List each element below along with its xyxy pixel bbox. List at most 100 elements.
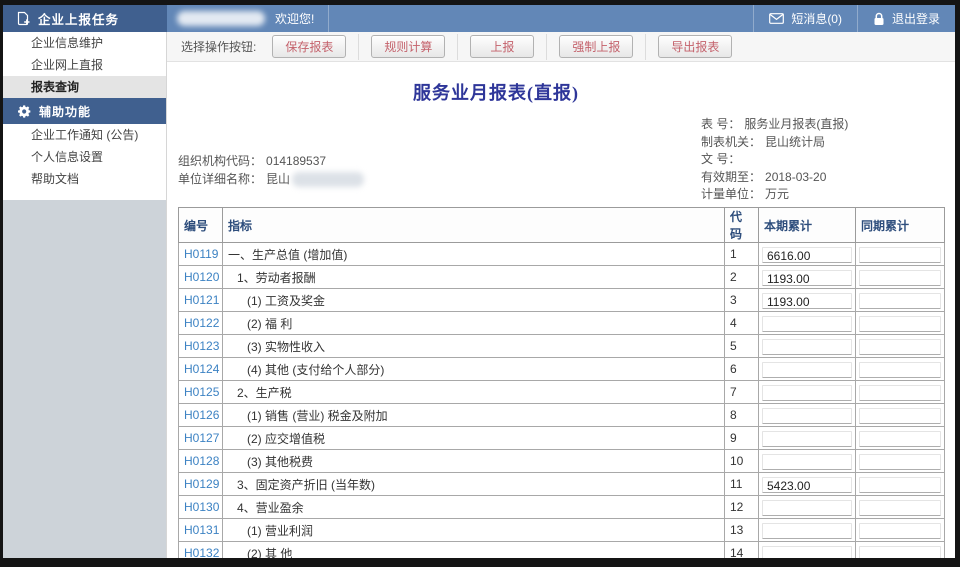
row-indicator: 1、劳动者报酬 bbox=[223, 269, 724, 286]
meta-line: 计量单位：万元 bbox=[701, 186, 848, 204]
row-code: 8 bbox=[725, 404, 759, 427]
sidebar-item[interactable]: 企业信息维护 bbox=[3, 32, 166, 54]
row-indicator: 3、固定资产折旧 (当年数) bbox=[223, 476, 724, 493]
row-code: 7 bbox=[725, 381, 759, 404]
current-period-input[interactable]: 6616.00 bbox=[762, 247, 852, 263]
row-code: 4 bbox=[725, 312, 759, 335]
row-id-link[interactable]: H0129 bbox=[179, 477, 219, 491]
app-title: 企业上报任务 bbox=[38, 9, 119, 28]
toolbar-label: 选择操作按钮: bbox=[181, 38, 256, 55]
toolbar-button[interactable]: 规则计算 bbox=[371, 35, 445, 58]
col-header-id: 编号 bbox=[179, 208, 223, 243]
meta-line: 组织机构代码：014189537 bbox=[178, 153, 364, 171]
table-row: H0124 (4) 其他 (支付给个人部分) 6 bbox=[179, 358, 945, 381]
sidebar: 企业信息维护企业网上直报报表查询 辅助功能 企业工作通知 (公告)个人信息设置帮… bbox=[3, 32, 167, 558]
current-period-input[interactable] bbox=[762, 385, 852, 401]
row-indicator: 4、营业盈余 bbox=[223, 499, 724, 516]
current-period-input[interactable]: 1193.00 bbox=[762, 270, 852, 286]
prior-period-input[interactable] bbox=[859, 316, 941, 332]
logout-label: 退出登录 bbox=[892, 10, 940, 27]
row-indicator: (3) 其他税费 bbox=[223, 453, 724, 470]
sidebar-item[interactable]: 帮助文档 bbox=[3, 168, 166, 190]
table-row: H0130 4、营业盈余 12 bbox=[179, 496, 945, 519]
row-id-link[interactable]: H0124 bbox=[179, 362, 219, 376]
current-period-input[interactable] bbox=[762, 339, 852, 355]
row-id-link[interactable]: H0120 bbox=[179, 270, 219, 284]
current-period-input[interactable] bbox=[762, 362, 852, 378]
prior-period-input[interactable] bbox=[859, 293, 941, 309]
prior-period-input[interactable] bbox=[859, 523, 941, 539]
toolbar-button[interactable]: 保存报表 bbox=[272, 35, 346, 58]
current-period-input[interactable]: 5423.00 bbox=[762, 477, 852, 493]
sidebar-group-aux: 企业工作通知 (公告)个人信息设置帮助文档 bbox=[3, 124, 166, 190]
row-code: 3 bbox=[725, 289, 759, 312]
prior-period-input[interactable] bbox=[859, 339, 941, 355]
sidebar-item[interactable]: 个人信息设置 bbox=[3, 146, 166, 168]
sidebar-item[interactable]: 企业网上直报 bbox=[3, 54, 166, 76]
prior-period-input[interactable] bbox=[859, 385, 941, 401]
table-row: H0129 3、固定资产折旧 (当年数) 11 5423.00 bbox=[179, 473, 945, 496]
prior-period-input[interactable] bbox=[859, 546, 941, 559]
row-indicator: (1) 营业利润 bbox=[223, 522, 724, 539]
redacted-name-blob bbox=[292, 172, 364, 187]
current-period-input[interactable] bbox=[762, 454, 852, 470]
prior-period-input[interactable] bbox=[859, 270, 941, 286]
row-id-link[interactable]: H0119 bbox=[179, 247, 218, 261]
table-row: H0125 2、生产税 7 bbox=[179, 381, 945, 404]
row-id-link[interactable]: H0123 bbox=[179, 339, 219, 353]
table-row: H0127 (2) 应交增值税 9 bbox=[179, 427, 945, 450]
row-code: 10 bbox=[725, 450, 759, 473]
row-id-link[interactable]: H0127 bbox=[179, 431, 219, 445]
current-period-input[interactable] bbox=[762, 546, 852, 559]
prior-period-input[interactable] bbox=[859, 477, 941, 493]
welcome-text: 欢迎您! bbox=[275, 10, 314, 27]
col-header-prior: 同期累计 bbox=[856, 208, 945, 243]
row-id-link[interactable]: H0122 bbox=[179, 316, 219, 330]
row-indicator: (2) 福 利 bbox=[223, 315, 724, 332]
prior-period-input[interactable] bbox=[859, 408, 941, 424]
row-id-link[interactable]: H0132 bbox=[179, 546, 219, 558]
current-period-input[interactable]: 1193.00 bbox=[762, 293, 852, 309]
row-indicator: (4) 其他 (支付给个人部分) bbox=[223, 361, 724, 378]
current-period-input[interactable] bbox=[762, 523, 852, 539]
logout-button[interactable]: 退出登录 bbox=[857, 5, 955, 32]
prior-period-input[interactable] bbox=[859, 362, 941, 378]
row-indicator: (3) 实物性收入 bbox=[223, 338, 724, 355]
row-id-link[interactable]: H0128 bbox=[179, 454, 219, 468]
toolbar: 选择操作按钮: 保存报表 规则计算 上报 强制上报 导出报表 bbox=[167, 32, 955, 62]
new-document-icon bbox=[16, 11, 30, 26]
redacted-username-blob bbox=[177, 11, 265, 26]
toolbar-button[interactable]: 上报 bbox=[470, 35, 534, 58]
row-code: 2 bbox=[725, 266, 759, 289]
current-period-input[interactable] bbox=[762, 316, 852, 332]
toolbar-button[interactable]: 强制上报 bbox=[559, 35, 633, 58]
toolbar-button[interactable]: 导出报表 bbox=[658, 35, 732, 58]
sidebar-item[interactable]: 报表查询 bbox=[3, 76, 166, 98]
col-header-code: 代码 bbox=[725, 208, 759, 243]
meta-line: 有效期至：2018-03-20 bbox=[701, 169, 848, 187]
sidebar-item[interactable]: 企业工作通知 (公告) bbox=[3, 124, 166, 146]
meta-line: 单位详细名称：昆山 bbox=[178, 171, 364, 189]
row-id-link[interactable]: H0121 bbox=[179, 293, 219, 307]
report-meta-right: 表 号：服务业月报表(直报) 制表机关：昆山统计局 文 号： 有效期至：2018… bbox=[701, 116, 848, 204]
prior-period-input[interactable] bbox=[859, 500, 941, 516]
meta-line: 表 号：服务业月报表(直报) bbox=[701, 116, 848, 134]
prior-period-input[interactable] bbox=[859, 454, 941, 470]
col-header-indicator: 指标 bbox=[223, 208, 725, 243]
current-period-input[interactable] bbox=[762, 408, 852, 424]
row-id-link[interactable]: H0125 bbox=[179, 385, 219, 399]
table-row: H0121 (1) 工资及奖金 3 1193.00 bbox=[179, 289, 945, 312]
row-id-link[interactable]: H0130 bbox=[179, 500, 219, 514]
gear-icon bbox=[18, 105, 31, 118]
current-period-input[interactable] bbox=[762, 500, 852, 516]
row-id-link[interactable]: H0131 bbox=[179, 523, 219, 537]
table-row: H0119 一、生产总值 (增加值) 1 6616.00 bbox=[179, 243, 945, 266]
messages-button[interactable]: 短消息(0) bbox=[753, 5, 857, 32]
current-period-input[interactable] bbox=[762, 431, 852, 447]
row-id-link[interactable]: H0126 bbox=[179, 408, 219, 422]
table-row: H0132 (2) 其 他 14 bbox=[179, 542, 945, 559]
sidebar-section-title: 辅助功能 bbox=[39, 103, 91, 120]
prior-period-input[interactable] bbox=[859, 431, 941, 447]
row-code: 12 bbox=[725, 496, 759, 519]
prior-period-input[interactable] bbox=[859, 247, 941, 263]
